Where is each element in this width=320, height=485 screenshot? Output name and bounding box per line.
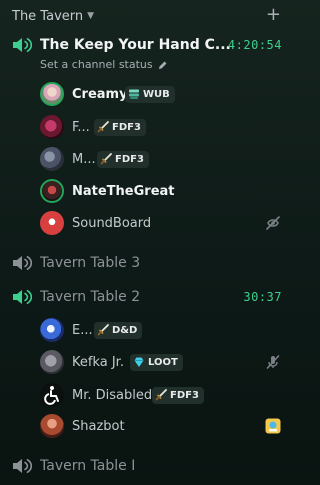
guild-tag[interactable]: FDF3 [152, 386, 204, 404]
speaker-icon [12, 458, 32, 474]
avatar [40, 147, 64, 171]
voice-channel-keep-your-hand[interactable]: The Keep Your Hand C... 4:20:54 [0, 32, 295, 58]
voice-user-mr-disabled[interactable]: Mr. Disabled FDF3 [0, 380, 295, 410]
channel-name: Tavern Table I [40, 458, 136, 474]
voice-channel-tavern-table-i[interactable]: Tavern Table I [0, 453, 295, 479]
channel-timer: 4:20:54 [227, 38, 282, 52]
video-off-icon [266, 216, 280, 230]
voice-user-e[interactable]: E... D&D [0, 315, 295, 345]
avatar [40, 179, 64, 203]
avatar [40, 318, 64, 342]
guild-tag[interactable]: LOOT [130, 353, 183, 371]
category-header[interactable]: The Tavern ▼ + [0, 4, 295, 28]
user-name: F... [72, 119, 90, 135]
user-name: Mr. Disabled [72, 387, 153, 403]
channel-name: Tavern Table 3 [40, 255, 141, 271]
user-name: Creamy [72, 86, 128, 102]
avatar [40, 82, 64, 106]
avatar [40, 414, 64, 438]
voice-user-shazbot[interactable]: Shazbot [0, 411, 295, 441]
avatar [40, 383, 64, 407]
guild-tag[interactable]: D&D [94, 321, 143, 339]
user-name: SoundBoard [72, 215, 152, 231]
voice-user-m[interactable]: M... FDF3 [0, 144, 295, 174]
channel-timer: 30:37 [243, 290, 282, 304]
user-name: Kefka Jr. [72, 354, 124, 370]
wheelchair-icon [44, 386, 59, 405]
avatar [40, 115, 64, 139]
user-name: M... [72, 151, 96, 167]
voice-channel-tavern-table-2[interactable]: Tavern Table 2 30:37 [0, 284, 295, 310]
category-name: The Tavern [12, 8, 84, 24]
sword-icon [155, 389, 167, 401]
channel-name: The Keep Your Hand C... [40, 37, 231, 53]
user-name: NateTheGreat [72, 183, 175, 199]
sword-icon [97, 324, 109, 336]
avatar [40, 350, 64, 374]
speaker-icon [12, 255, 32, 271]
add-channel-icon[interactable]: + [266, 4, 281, 26]
chevron-down-icon: ▼ [87, 11, 95, 21]
guild-tag[interactable]: FDF3 [97, 150, 149, 168]
user-name: E... [72, 322, 93, 338]
voice-channel-tavern-table-3[interactable]: Tavern Table 3 [0, 250, 295, 276]
avatar [40, 211, 64, 235]
channel-status[interactable]: Set a channel status [40, 58, 168, 71]
gem-icon [134, 357, 144, 367]
voice-user-soundboard[interactable]: SoundBoard [0, 208, 295, 238]
channel-name: Tavern Table 2 [40, 289, 141, 305]
sword-icon [100, 153, 112, 165]
voice-user-f[interactable]: F... FDF3 [0, 112, 295, 142]
voice-user-creamy[interactable]: Creamy WUB [0, 79, 295, 109]
guild-tag[interactable]: WUB [125, 85, 175, 103]
speaker-icon [12, 37, 32, 53]
pencil-icon [158, 61, 167, 69]
sword-icon [97, 121, 109, 133]
mic-muted-icon [266, 355, 280, 369]
guild-tag[interactable]: FDF3 [94, 118, 146, 136]
stack-icon [129, 89, 139, 99]
activity-icon[interactable] [265, 418, 281, 434]
user-name: Shazbot [72, 418, 125, 434]
voice-user-kefka[interactable]: Kefka Jr. LOOT [0, 347, 295, 377]
speaker-icon [12, 289, 32, 305]
voice-user-natethegreat[interactable]: NateTheGreat [0, 176, 295, 206]
